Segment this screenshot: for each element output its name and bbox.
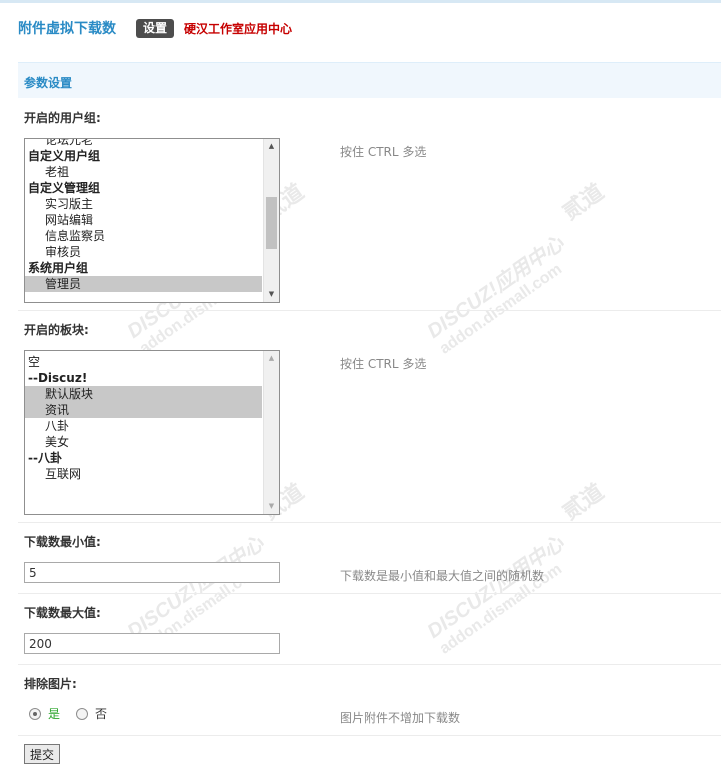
radio-no-label[interactable]: 否 [95,705,107,722]
tab-settings[interactable]: 设置 [136,18,175,38]
max-downloads-input[interactable] [24,633,280,654]
radio-yes-option[interactable]: 是 [29,705,60,722]
listbox-option[interactable]: 默认版块 [25,386,262,402]
scroll-down-icon[interactable]: ▼ [264,499,279,514]
listbox-option[interactable]: 网站编辑 [25,212,262,228]
scroll-up-icon[interactable]: ▲ [264,351,279,366]
section-header: 参数设置 [18,62,721,98]
max-downloads-label: 下载数最大值: [24,606,101,620]
radio-yes[interactable] [29,707,41,720]
usergroups-scrollbar[interactable]: ▲ ▼ [263,139,279,302]
listbox-group-label: --Discuz! [28,371,88,385]
radio-yes-label[interactable]: 是 [48,705,60,722]
listbox-group-label: --八卦 [28,451,62,465]
vendor-link[interactable]: 硬汉工作室应用中心 [184,20,292,37]
listbox-option[interactable]: 信息监察员 [25,228,262,244]
forums-listbox[interactable]: 空 --Discuz! 默认版块 资讯 八卦 美女 --八卦 互联网 ▲ ▼ [24,350,280,515]
scroll-thumb[interactable] [266,197,277,249]
page-header: 附件虚拟下载数 设置 硬汉工作室应用中心 [18,16,292,40]
forums-label: 开启的板块: [24,323,89,337]
radio-no[interactable] [76,707,88,720]
listbox-option[interactable]: 实习版主 [25,196,262,212]
watermark: DISCUZ!应用中心 addon.dismall.com [423,232,569,358]
forums-scrollbar[interactable]: ▲ ▼ [263,351,279,514]
forums-hint: 按住 CTRL 多选 [340,357,427,371]
listbox-option[interactable]: 论坛元老 [25,139,262,148]
listbox-group-label: 自定义用户组 [28,149,101,163]
min-downloads-input[interactable] [24,562,280,583]
listbox-option[interactable]: 美女 [25,434,262,450]
min-downloads-label: 下载数最小值: [24,535,101,549]
listbox-option[interactable]: 资讯 [25,402,262,418]
submit-button[interactable]: 提交 [24,744,60,764]
divider [18,310,721,311]
min-downloads-hint: 下载数是最小值和最大值之间的随机数 [340,569,545,583]
watermark-mark: 贰道 [557,178,609,225]
listbox-option[interactable]: 老祖 [25,164,262,180]
listbox-option[interactable]: 审核员 [25,244,262,260]
scroll-up-icon[interactable]: ▲ [264,139,279,154]
scroll-down-icon[interactable]: ▼ [264,287,279,302]
exclude-images-label: 排除图片: [24,677,77,691]
listbox-group-label: 系统用户组 [28,261,89,275]
listbox-option[interactable]: 空 [25,354,262,370]
divider [18,664,721,665]
listbox-option[interactable]: 八卦 [25,418,262,434]
listbox-option[interactable]: 互联网 [25,466,262,482]
usergroups-label: 开启的用户组: [24,111,101,125]
top-border [0,0,721,3]
divider [18,593,721,594]
watermark-mark: 贰道 [557,478,609,525]
usergroups-hint: 按住 CTRL 多选 [340,145,427,159]
usergroups-listbox[interactable]: 论坛元老 自定义用户组 老祖 自定义管理组 实习版主 网站编辑 信息监察员 审核员 系统用户组管… [24,138,280,303]
listbox-group-label: 自定义管理组 [28,181,101,195]
radio-no-option[interactable]: 否 [76,705,107,722]
divider [18,522,721,523]
page-title: 附件虚拟下载数 [18,21,116,37]
listbox-option[interactable]: 管理员 [25,276,262,292]
divider [18,735,721,736]
exclude-images-hint: 图片附件不增加下载数 [340,711,461,725]
